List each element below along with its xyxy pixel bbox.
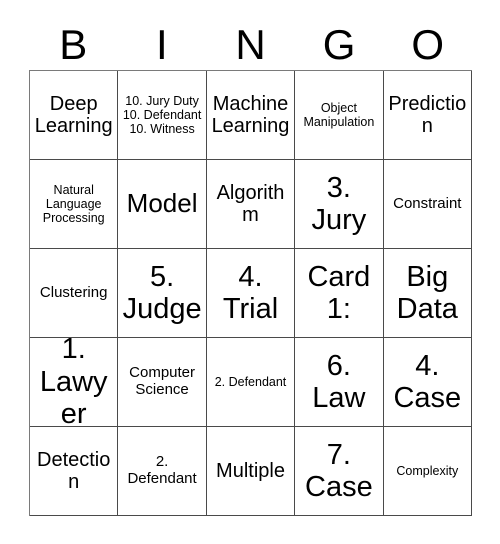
bingo-cell-r5c4[interactable]: 7. Case <box>295 427 384 516</box>
bingo-cell-r2c2[interactable]: Model <box>118 160 207 249</box>
bingo-cell-r3c3[interactable]: 4. Trial <box>206 249 296 338</box>
bingo-cell-r3c1[interactable]: Clustering <box>30 249 119 338</box>
bingo-cell-r2c4[interactable]: 3. Jury <box>295 160 384 249</box>
bingo-cell-r3c5[interactable]: Big Data <box>383 249 472 338</box>
bingo-cell-r1c5[interactable]: Prediction <box>383 71 472 160</box>
bingo-cell-r1c2[interactable]: 10. Jury Duty 10. Defendant 10. Witness <box>118 71 207 160</box>
bingo-cell-label: 4. Trial <box>222 260 279 325</box>
bingo-cell-r5c2[interactable]: 2. Defendant <box>118 427 207 516</box>
bingo-cell-label: Clustering <box>39 283 108 301</box>
bingo-grid: Deep Learning 10. Jury Duty 10. Defendant… <box>29 70 472 516</box>
bingo-cell-label: Complexity <box>396 464 459 478</box>
bingo-cell-label: 3. Jury <box>311 171 367 236</box>
bingo-cell-label: 2. Defendant <box>127 453 197 487</box>
bingo-cell-label: 6. Law <box>312 349 366 414</box>
bingo-cell-r5c5[interactable]: Complexity <box>383 427 472 516</box>
bingo-cell-label: Multiple <box>216 459 285 482</box>
bingo-cell-label: Model <box>126 188 198 219</box>
bingo-header-letter-n: N <box>235 21 266 68</box>
bingo-cell-r3c4[interactable]: Card 1: <box>295 249 384 338</box>
bingo-cell-label: Card 1: <box>307 260 371 325</box>
bingo-cell-r1c1[interactable]: Deep Learning <box>30 71 119 160</box>
bingo-cell-r4c4[interactable]: 6. Law <box>295 338 384 427</box>
bingo-card: B I N G O Deep Learning 10. Jury Duty 10. Def… <box>0 0 500 544</box>
bingo-cell-label: 4. Case <box>393 349 462 414</box>
bingo-header-row: BINGO <box>29 20 472 70</box>
bingo-cell-r1c3[interactable]: Machine Learning <box>206 71 296 160</box>
bingo-cell-label: Deep Learning <box>34 92 113 137</box>
bingo-header-letter-b: B <box>59 21 88 68</box>
bingo-cell-r2c5[interactable]: Constraint <box>383 160 472 249</box>
bingo-header-letter-i: I <box>156 21 168 68</box>
bingo-cell-r3c2[interactable]: 5. Judge <box>118 249 207 338</box>
bingo-cell-r4c2[interactable]: Computer Science <box>118 338 207 427</box>
bingo-cell-label: Object Manipulation <box>303 101 375 129</box>
bingo-header-letter-o: O <box>411 21 444 68</box>
bingo-cell-r2c1[interactable]: Natural Language Processing <box>30 160 119 249</box>
bingo-cell-r1c4[interactable]: Object Manipulation <box>295 71 384 160</box>
bingo-cell-label: 1. Lawyer <box>39 338 108 427</box>
bingo-cell-r2c3[interactable]: Algorithm <box>206 160 296 249</box>
bingo-header-letter-g: G <box>322 21 356 68</box>
bingo-cell-r5c1[interactable]: Detection <box>30 427 119 516</box>
bingo-cell-label: Computer Science <box>129 364 196 398</box>
bingo-cell-label: Machine Learning <box>211 92 290 137</box>
bingo-cell-r4c3[interactable]: 2. Defendant <box>206 338 296 427</box>
bingo-cell-label: 2. Defendant <box>214 375 287 389</box>
bingo-cell-label: Prediction <box>388 92 467 137</box>
bingo-cell-label: Detection <box>37 448 111 493</box>
bingo-cell-r5c3[interactable]: Multiple <box>206 427 296 516</box>
bingo-cell-label: Natural Language Processing <box>42 183 105 225</box>
bingo-cell-label: Constraint <box>393 194 462 212</box>
bingo-cell-label: 10. Jury Duty 10. Defendant 10. Witness <box>122 94 202 136</box>
bingo-cell-r4c5[interactable]: 4. Case <box>383 338 472 427</box>
bingo-cell-label: Algorithm <box>216 181 285 226</box>
bingo-cell-label: Big Data <box>396 260 458 325</box>
bingo-cell-label: 7. Case <box>305 438 373 503</box>
bingo-cell-label: 5. Judge <box>122 260 202 325</box>
bingo-cell-r4c1[interactable]: 1. Lawyer <box>30 338 119 427</box>
